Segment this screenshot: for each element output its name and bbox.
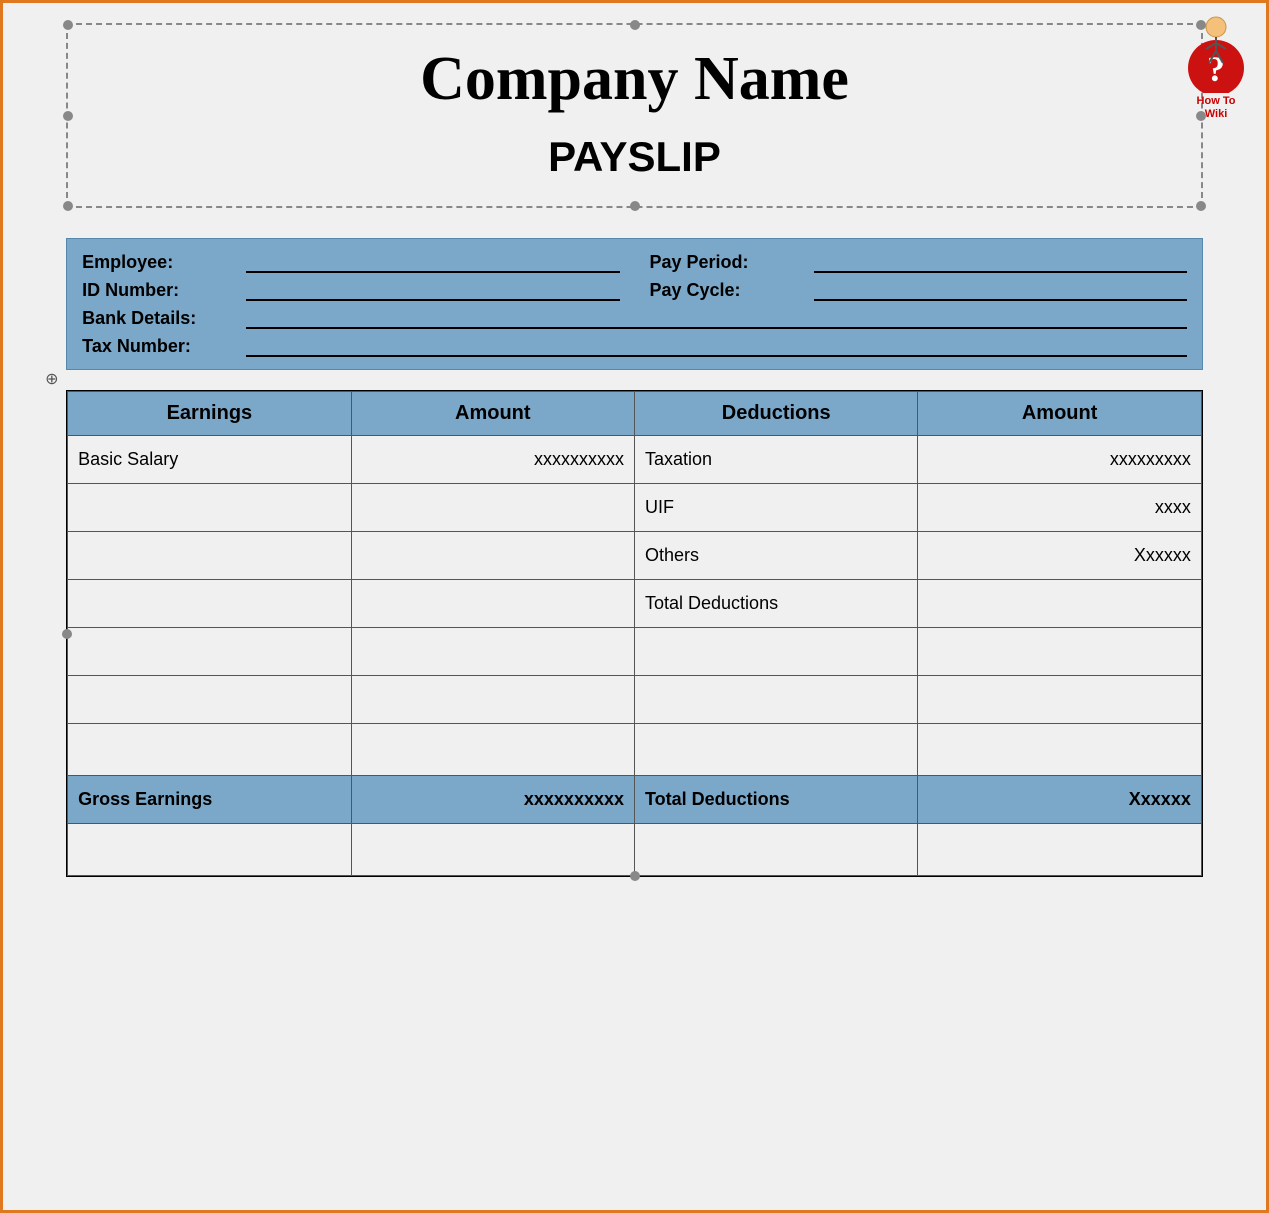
- info-section: Employee: Pay Period: ID Number: Pay Cyc…: [66, 238, 1203, 370]
- employee-field: Employee:: [82, 251, 619, 273]
- table-section: ⊕ Earnings Amount Deductions Amount Basi…: [66, 390, 1203, 877]
- earnings-cell: [68, 484, 351, 532]
- deduction-amount-cell: [918, 580, 1201, 628]
- pay-period-label: Pay Period:: [650, 252, 810, 273]
- deduction-cell: Total Deductions: [635, 580, 918, 628]
- table-row: [68, 628, 1202, 676]
- deduction-amount-cell: xxxx: [918, 484, 1201, 532]
- earnings-cell: [68, 676, 351, 724]
- pay-cycle-field: Pay Cycle:: [650, 279, 1187, 301]
- header-section: Company Name PAYSLIP: [66, 23, 1203, 208]
- earnings-amount-cell: [351, 676, 634, 724]
- move-icon: ⊕: [45, 369, 58, 389]
- bank-details-label: Bank Details:: [82, 308, 242, 329]
- deduction-cell: [635, 628, 918, 676]
- table-row: [68, 724, 1202, 776]
- summary-row: Gross EarningsxxxxxxxxxxTotal Deductions…: [68, 776, 1202, 824]
- table-row: OthersXxxxxx: [68, 532, 1202, 580]
- deduction-amount-cell: [918, 724, 1201, 776]
- info-row-3: Bank Details:: [82, 307, 1187, 329]
- pay-period-field: Pay Period:: [650, 251, 1187, 273]
- pay-period-underline: [814, 251, 1187, 273]
- table-header-row: Earnings Amount Deductions Amount: [68, 392, 1202, 436]
- info-row-4: Tax Number:: [82, 335, 1187, 357]
- table-row: Basic SalaryxxxxxxxxxxTaxationxxxxxxxxx: [68, 436, 1202, 484]
- earnings-cell: [68, 724, 351, 776]
- deduction-amount-cell: [918, 628, 1201, 676]
- handle-bc: [630, 201, 640, 211]
- earnings-amount-cell: [351, 580, 634, 628]
- handle-br: [1196, 201, 1206, 211]
- earnings-cell: [68, 580, 351, 628]
- payslip-table: Earnings Amount Deductions Amount Basic …: [67, 391, 1202, 876]
- deduction-cell: Taxation: [635, 436, 918, 484]
- logo-area: ? How To Wiki: [1181, 13, 1251, 121]
- info-row-2: ID Number: Pay Cycle:: [82, 279, 1187, 301]
- col-header-amount2: Amount: [918, 392, 1201, 436]
- id-number-underline: [246, 279, 619, 301]
- gross-amount-cell: xxxxxxxxxx: [351, 776, 634, 824]
- final-empty-row: [68, 824, 1202, 876]
- svg-text:?: ?: [1207, 49, 1225, 89]
- earnings-amount-cell: [351, 532, 634, 580]
- earnings-cell: Basic Salary: [68, 436, 351, 484]
- table-row: Total Deductions: [68, 580, 1202, 628]
- col-header-earnings: Earnings: [68, 392, 351, 436]
- employee-underline: [246, 251, 619, 273]
- employee-label: Employee:: [82, 252, 242, 273]
- id-number-label: ID Number:: [82, 280, 242, 301]
- col-header-amount1: Amount: [351, 392, 634, 436]
- page-container: ? How To Wiki Company: [0, 0, 1269, 1213]
- gross-earnings-label: Gross Earnings: [68, 776, 351, 824]
- tax-number-underline: [246, 335, 1187, 357]
- table-row: UIFxxxx: [68, 484, 1202, 532]
- handle-tc: [630, 20, 640, 30]
- deduction-amount-cell: [918, 676, 1201, 724]
- table-row: [68, 676, 1202, 724]
- pay-cycle-label: Pay Cycle:: [650, 280, 810, 301]
- tax-number-label: Tax Number:: [82, 336, 242, 357]
- left-mid-handle: [62, 629, 72, 639]
- deduction-amount-cell: Xxxxxx: [918, 532, 1201, 580]
- logo-text: How To Wiki: [1197, 95, 1236, 121]
- info-row-1: Employee: Pay Period:: [82, 251, 1187, 273]
- deduction-cell: Others: [635, 532, 918, 580]
- pay-cycle-underline: [814, 279, 1187, 301]
- earnings-amount-cell: [351, 628, 634, 676]
- logo-icon: ?: [1181, 13, 1251, 93]
- handle-ml: [63, 111, 73, 121]
- earnings-cell: [68, 628, 351, 676]
- earnings-amount-cell: [351, 724, 634, 776]
- col-header-deductions: Deductions: [635, 392, 918, 436]
- total-deductions-label: Total Deductions: [635, 776, 918, 824]
- earnings-cell: [68, 532, 351, 580]
- handle-tl: [63, 20, 73, 30]
- id-number-field: ID Number:: [82, 279, 619, 301]
- deduction-cell: UIF: [635, 484, 918, 532]
- company-name: Company Name: [98, 45, 1171, 113]
- bank-details-underline: [246, 307, 1187, 329]
- payslip-title: PAYSLIP: [98, 133, 1171, 181]
- total-deductions-amount-cell: Xxxxxx: [918, 776, 1201, 824]
- handle-bl: [63, 201, 73, 211]
- deduction-cell: [635, 676, 918, 724]
- resize-handle-mid: [630, 871, 640, 881]
- earnings-amount-cell: xxxxxxxxxx: [351, 436, 634, 484]
- deduction-cell: [635, 724, 918, 776]
- earnings-amount-cell: [351, 484, 634, 532]
- deduction-amount-cell: xxxxxxxxx: [918, 436, 1201, 484]
